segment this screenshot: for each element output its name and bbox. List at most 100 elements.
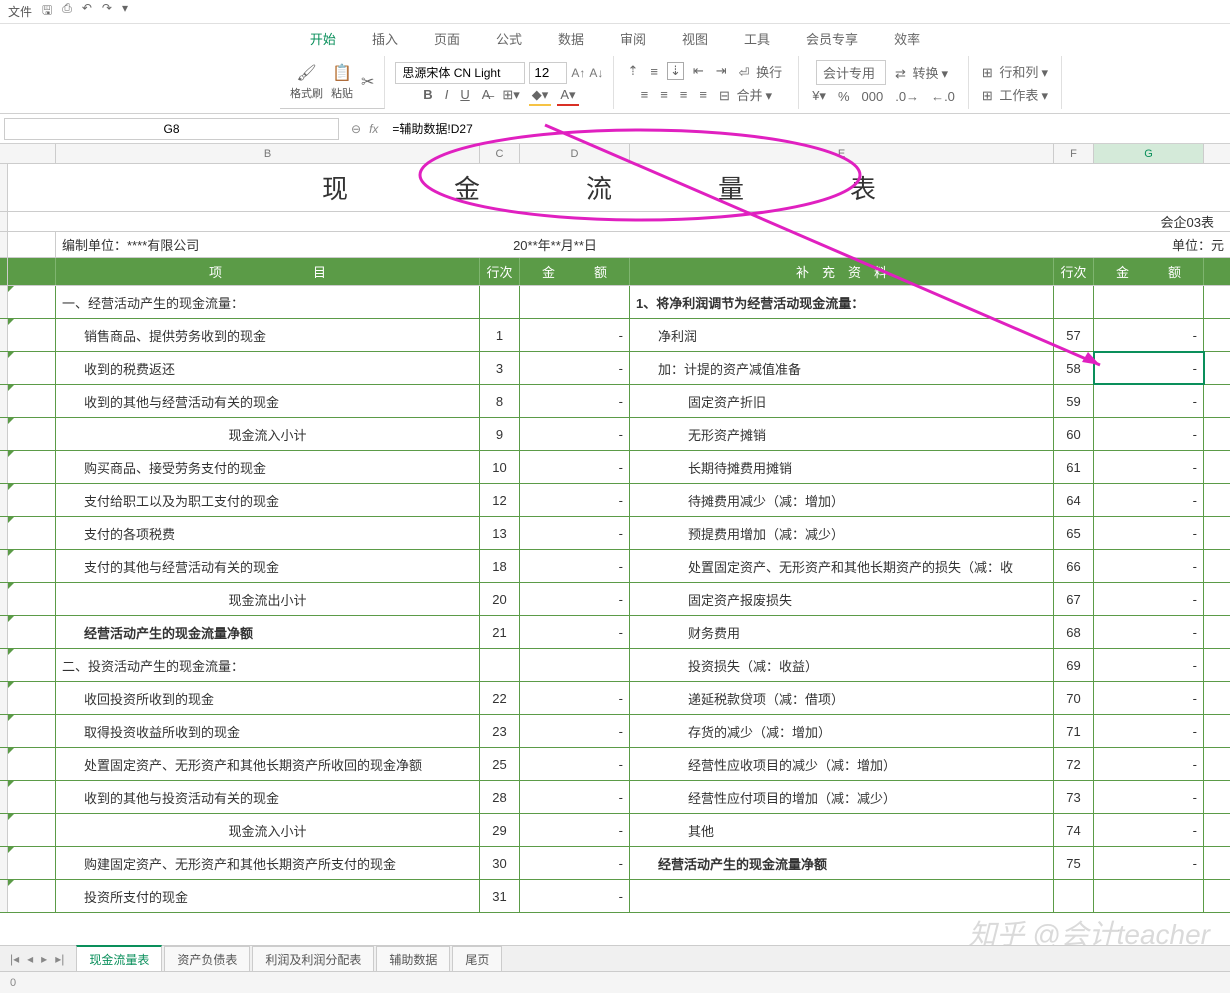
table-row[interactable]: 支付给职工以及为职工支付的现金12-待摊费用减少（减：增加）64-: [0, 484, 1230, 517]
font-size-select[interactable]: [529, 62, 567, 84]
col-b[interactable]: B: [56, 144, 480, 163]
currency-icon[interactable]: ¥▾: [809, 87, 829, 105]
supp-line[interactable]: 60: [1054, 418, 1094, 450]
amount-cell[interactable]: -: [520, 814, 630, 846]
col-g[interactable]: G: [1094, 144, 1204, 163]
item-name[interactable]: 购买商品、接受劳务支付的现金: [56, 451, 480, 483]
supp-item[interactable]: 其他: [630, 814, 1054, 846]
item-name[interactable]: 现金流入小计: [56, 418, 480, 450]
amount-cell[interactable]: -: [520, 352, 630, 384]
supp-item[interactable]: 固定资产折旧: [630, 385, 1054, 417]
supp-amount[interactable]: -: [1094, 319, 1204, 351]
supp-item[interactable]: [630, 880, 1054, 912]
amount-cell[interactable]: -: [520, 715, 630, 747]
redo-icon[interactable]: ↷: [102, 1, 112, 22]
supp-item[interactable]: 经营性应收项目的减少（减：增加）: [630, 748, 1054, 780]
format-painter-button[interactable]: 🖌格式刷: [290, 63, 323, 101]
amount-cell[interactable]: -: [520, 682, 630, 714]
supp-amount[interactable]: -: [1094, 748, 1204, 780]
line-number[interactable]: 8: [480, 385, 520, 417]
tab-view[interactable]: 视图: [678, 27, 712, 50]
amount-cell[interactable]: -: [520, 748, 630, 780]
supp-item[interactable]: 投资损失（减：收益）: [630, 649, 1054, 681]
table-row[interactable]: 购买商品、接受劳务支付的现金10-长期待摊费用摊销61-: [0, 451, 1230, 484]
align-middle-icon[interactable]: ≡: [647, 63, 661, 80]
item-name[interactable]: 收到的其他与经营活动有关的现金: [56, 385, 480, 417]
supp-item[interactable]: 经营性应付项目的增加（减：减少）: [630, 781, 1054, 813]
supp-item[interactable]: 净利润: [630, 319, 1054, 351]
tab-review[interactable]: 审阅: [616, 27, 650, 50]
line-number[interactable]: 22: [480, 682, 520, 714]
table-row[interactable]: 支付的各项税费13-预提费用增加（减：减少）65-: [0, 517, 1230, 550]
supp-item[interactable]: 预提费用增加（减：减少）: [630, 517, 1054, 549]
decrease-font-icon[interactable]: A↓: [589, 66, 603, 80]
tab-page[interactable]: 页面: [430, 27, 464, 50]
supp-item[interactable]: 处置固定资产、无形资产和其他长期资产的损失（减：收: [630, 550, 1054, 582]
supp-line[interactable]: 58: [1054, 352, 1094, 384]
line-number[interactable]: 23: [480, 715, 520, 747]
supp-amount[interactable]: -: [1094, 418, 1204, 450]
supp-item[interactable]: 加：计提的资产减值准备: [630, 352, 1054, 384]
table-row[interactable]: 收到的其他与经营活动有关的现金8-固定资产折旧59-: [0, 385, 1230, 418]
supp-item[interactable]: 无形资产摊销: [630, 418, 1054, 450]
table-row[interactable]: 现金流入小计9-无形资产摊销60-: [0, 418, 1230, 451]
col-d[interactable]: D: [520, 144, 630, 163]
supp-amount[interactable]: -: [1094, 385, 1204, 417]
table-row[interactable]: 投资所支付的现金31-: [0, 880, 1230, 913]
line-number[interactable]: 28: [480, 781, 520, 813]
supp-amount[interactable]: -: [1094, 583, 1204, 615]
line-number[interactable]: 21: [480, 616, 520, 648]
align-bottom-icon[interactable]: ⇣: [667, 62, 684, 80]
table-row[interactable]: 销售商品、提供劳务收到的现金1-净利润57-: [0, 319, 1230, 352]
justify-icon[interactable]: ≡: [696, 86, 710, 103]
sheet-tab-aux[interactable]: 辅助数据: [376, 946, 450, 972]
sheet-tab-end[interactable]: 尾页: [452, 946, 502, 972]
item-name[interactable]: 购建固定资产、无形资产和其他长期资产所支付的现金: [56, 847, 480, 879]
item-name[interactable]: 投资所支付的现金: [56, 880, 480, 912]
line-number[interactable]: [480, 286, 520, 318]
supp-line[interactable]: 75: [1054, 847, 1094, 879]
underline-button[interactable]: U: [457, 86, 472, 103]
supp-line[interactable]: 66: [1054, 550, 1094, 582]
amount-cell[interactable]: -: [520, 781, 630, 813]
amount-cell[interactable]: -: [520, 517, 630, 549]
supp-line[interactable]: 59: [1054, 385, 1094, 417]
supp-amount[interactable]: -: [1094, 550, 1204, 582]
line-number[interactable]: 9: [480, 418, 520, 450]
supp-item[interactable]: 存货的减少（减：增加）: [630, 715, 1054, 747]
table-row[interactable]: 处置固定资产、无形资产和其他长期资产所收回的现金净额25-经营性应收项目的减少（…: [0, 748, 1230, 781]
tab-efficiency[interactable]: 效率: [890, 27, 924, 50]
undo-icon[interactable]: ↶: [82, 1, 92, 22]
amount-cell[interactable]: -: [520, 451, 630, 483]
formula-input[interactable]: [386, 119, 786, 139]
comma-icon[interactable]: 000: [859, 88, 887, 105]
supp-line[interactable]: 65: [1054, 517, 1094, 549]
qat-dropdown-icon[interactable]: ▾: [122, 1, 128, 22]
fx-icon[interactable]: fx: [369, 122, 378, 136]
supp-amount[interactable]: -: [1094, 616, 1204, 648]
supp-amount[interactable]: -: [1094, 847, 1204, 879]
line-number[interactable]: 18: [480, 550, 520, 582]
item-name[interactable]: 支付的其他与经营活动有关的现金: [56, 550, 480, 582]
amount-cell[interactable]: -: [520, 319, 630, 351]
bold-button[interactable]: B: [420, 86, 435, 103]
sheet-tab-balance[interactable]: 资产负债表: [164, 946, 250, 972]
merge-button[interactable]: ⊟ 合并▾: [716, 84, 775, 105]
amount-cell[interactable]: -: [520, 583, 630, 615]
amount-cell[interactable]: -: [520, 484, 630, 516]
supp-line[interactable]: 67: [1054, 583, 1094, 615]
supp-amount[interactable]: -: [1094, 814, 1204, 846]
amount-cell[interactable]: -: [520, 418, 630, 450]
item-name[interactable]: 收到的税费返还: [56, 352, 480, 384]
tab-insert[interactable]: 插入: [368, 27, 402, 50]
tab-member[interactable]: 会员专享: [802, 27, 862, 50]
wrap-text-button[interactable]: ⏎ 换行: [736, 61, 789, 82]
amount-cell[interactable]: [520, 649, 630, 681]
name-box[interactable]: [4, 118, 339, 140]
item-name[interactable]: 支付的各项税费: [56, 517, 480, 549]
align-center-icon[interactable]: ≡: [657, 86, 671, 103]
item-name[interactable]: 收回投资所收到的现金: [56, 682, 480, 714]
line-number[interactable]: 31: [480, 880, 520, 912]
line-number[interactable]: 12: [480, 484, 520, 516]
sheet-nav-next[interactable]: ▸: [37, 952, 51, 966]
